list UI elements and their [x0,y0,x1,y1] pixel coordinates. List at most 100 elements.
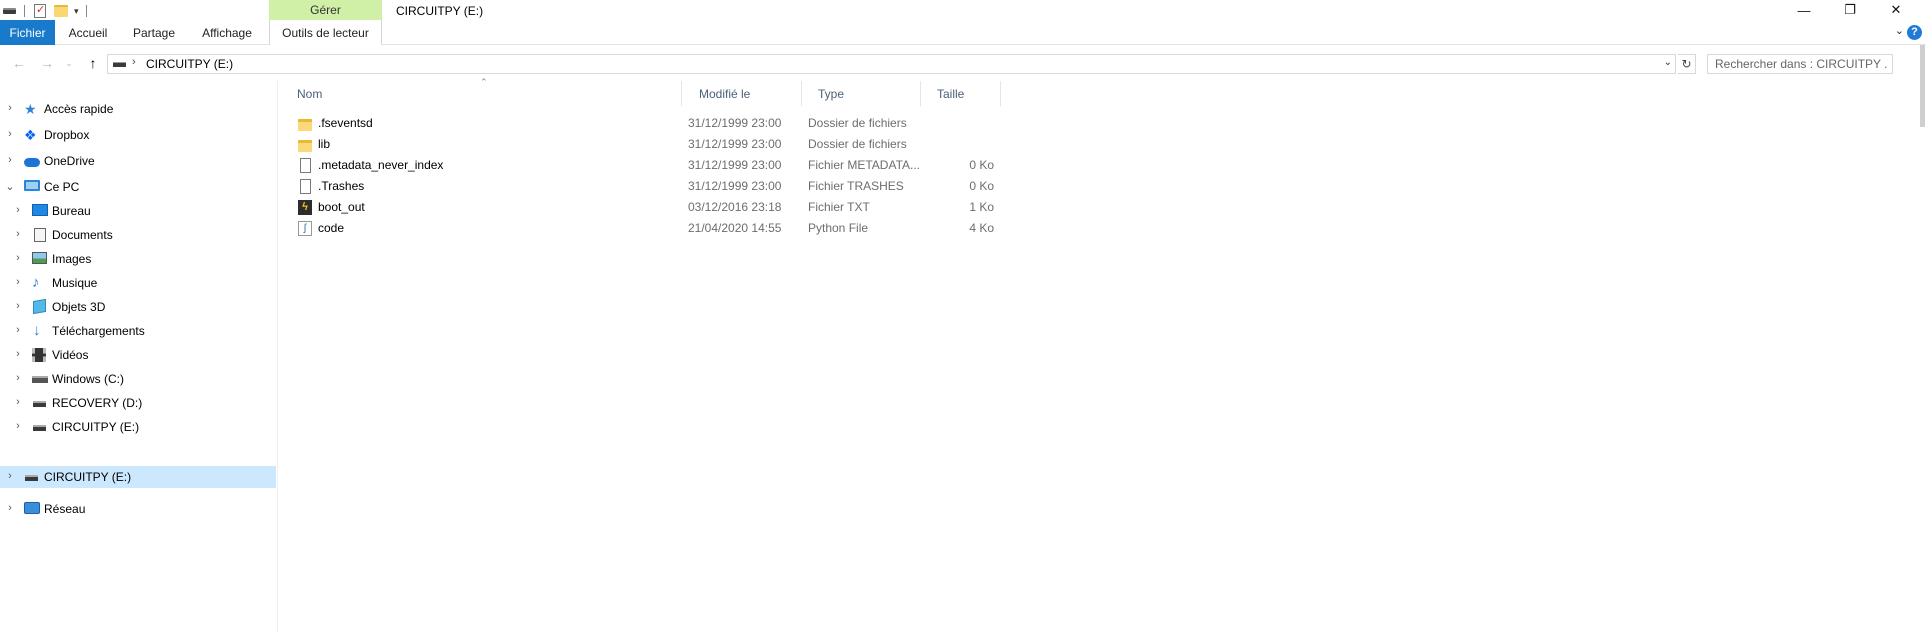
minimize-button[interactable]: — [1781,0,1827,20]
chevron-right-icon[interactable]: › [13,228,23,240]
properties-icon[interactable] [34,3,46,18]
file-type: Fichier METADATA... [808,158,921,172]
column-header-nom[interactable]: Nom [280,81,682,106]
file-modified: 21/04/2020 14:55 [688,221,782,235]
nav-item-reseau[interactable]: › Réseau [0,498,276,520]
table-row[interactable]: .metadata_never_index 31/12/1999 23:00 F… [280,155,1000,176]
images-icon [32,252,47,264]
address-bar[interactable]: › CIRCUITPY (E:) ⌄ [107,54,1676,74]
nav-item-ce-pc[interactable]: ⌄ Ce PC [0,176,276,198]
table-row[interactable]: lib 31/12/1999 23:00 Dossier de fichiers [280,134,1000,155]
chevron-down-icon[interactable]: ⌄ [1664,57,1672,68]
windows-drive-icon [32,376,48,383]
help-icon[interactable]: ? [1907,25,1922,40]
nav-item-images[interactable]: › Images [0,248,276,270]
navigation-bar: ← → ⌄ ↑ › CIRCUITPY (E:) ⌄ ↻ Rechercher … [0,45,1926,81]
file-name[interactable]: .Trashes [318,179,364,193]
chevron-right-icon[interactable]: › [5,470,15,482]
table-row[interactable]: ʃ code 21/04/2020 14:55 Python File 4 Ko [280,218,1000,239]
nav-item-label: Ce PC [44,180,80,194]
chevron-right-icon[interactable]: › [5,502,15,514]
chevron-right-icon[interactable]: › [13,300,23,312]
file-type: Python File [808,221,869,235]
file-name[interactable]: .fseventsd [318,116,373,130]
nav-item-videos[interactable]: › Vidéos [0,344,276,366]
file-type: Dossier de fichiers [808,137,907,151]
chevron-right-icon[interactable]: › [5,102,15,114]
context-tab-gerer[interactable]: Gérer [269,0,382,20]
file-name[interactable]: boot_out [318,200,365,214]
file-name[interactable]: code [318,221,344,235]
nav-item-onedrive[interactable]: › OneDrive [0,150,276,172]
tab-affichage[interactable]: Affichage [196,20,258,45]
nav-item-recovery-d[interactable]: › RECOVERY (D:) [0,392,276,414]
navigation-pane: › ★ Accès rapide › ❖ Dropbox › OneDrive … [0,81,278,633]
nav-item-musique[interactable]: › ♪ Musique [0,272,276,294]
search-placeholder: Rechercher dans : CIRCUITPY ... [1715,57,1887,71]
table-row[interactable]: .Trashes 31/12/1999 23:00 Fichier TRASHE… [280,176,1000,197]
nav-item-dropbox[interactable]: › ❖ Dropbox [0,124,276,146]
breadcrumb-separator-icon[interactable]: › [132,56,136,68]
file-modified: 31/12/1999 23:00 [688,179,782,193]
recent-locations-icon[interactable]: ⌄ [58,53,80,73]
drive-icon [33,425,46,431]
column-divider[interactable] [1000,81,1001,106]
file-modified: 31/12/1999 23:00 [688,116,782,130]
file-modified: 31/12/1999 23:00 [688,137,782,151]
chevron-right-icon[interactable]: › [13,372,23,384]
tab-accueil[interactable]: Accueil [62,20,114,45]
chevron-right-icon[interactable]: › [13,204,23,216]
chevron-right-icon[interactable]: › [13,420,23,432]
file-type: Fichier TXT [808,200,870,214]
drive-icon [113,62,126,67]
videos-icon [32,348,46,362]
chevron-right-icon[interactable]: › [13,348,23,360]
chevron-down-icon[interactable]: ▾ [74,6,79,17]
forward-arrow-icon[interactable]: → [36,53,58,73]
column-header-type[interactable]: Type [801,81,921,106]
chevron-right-icon[interactable]: › [13,252,23,264]
column-header-modifie-le[interactable]: Modifié le [682,81,802,106]
scrollbar-thumb[interactable] [1920,45,1925,127]
column-header-taille[interactable]: Taille [920,81,1001,106]
vertical-scrollbar[interactable] [1919,45,1926,633]
nav-item-label: Documents [52,228,113,242]
expand-ribbon-icon[interactable]: ⌄ [1895,24,1904,37]
file-name[interactable]: .metadata_never_index [318,158,443,172]
chevron-right-icon[interactable]: › [13,276,23,288]
file-name[interactable]: lib [318,137,330,151]
restore-button[interactable]: ❐ [1827,0,1873,20]
close-button[interactable]: ✕ [1873,0,1919,20]
file-type: Dossier de fichiers [808,116,907,130]
breadcrumb[interactable]: CIRCUITPY (E:) [146,57,233,71]
table-row[interactable]: ϟ boot_out 03/12/2016 23:18 Fichier TXT … [280,197,1000,218]
chevron-right-icon[interactable]: › [5,154,15,166]
nav-item-bureau[interactable]: › Bureau [0,200,276,222]
table-row[interactable]: .fseventsd 31/12/1999 23:00 Dossier de f… [280,113,1000,134]
tab-partage[interactable]: Partage [128,20,180,45]
chevron-right-icon[interactable]: › [13,324,23,336]
new-folder-icon[interactable] [54,5,68,17]
nav-item-acces-rapide[interactable]: › ★ Accès rapide [0,98,276,120]
nav-item-objets-3d[interactable]: › Objets 3D [0,296,276,318]
text-file-icon: ϟ [298,200,312,215]
file-icon [300,179,311,194]
chevron-down-icon[interactable]: ⌄ [5,180,15,193]
nav-item-circuitpy-e-pc[interactable]: › CIRCUITPY (E:) [0,416,276,438]
python-file-icon: ʃ [298,221,312,236]
nav-item-windows-c[interactable]: › Windows (C:) [0,368,276,390]
nav-item-telechargements[interactable]: › ↓ Téléchargements [0,320,276,342]
nav-item-circuitpy-e[interactable]: › CIRCUITPY (E:) [0,466,276,488]
tab-fichier[interactable]: Fichier [0,20,55,45]
chevron-right-icon[interactable]: › [5,128,15,140]
up-arrow-icon[interactable]: ↑ [82,53,104,73]
tab-outils-de-lecteur[interactable]: Outils de lecteur [269,20,382,45]
music-icon: ♪ [32,274,40,291]
search-input[interactable]: Rechercher dans : CIRCUITPY ... [1707,54,1893,74]
nav-item-documents[interactable]: › Documents [0,224,276,246]
file-size: 4 Ko [969,221,994,235]
refresh-icon[interactable]: ↻ [1678,54,1696,74]
chevron-right-icon[interactable]: › [13,396,23,408]
back-arrow-icon[interactable]: ← [8,53,30,73]
nav-item-label: Images [52,252,92,266]
